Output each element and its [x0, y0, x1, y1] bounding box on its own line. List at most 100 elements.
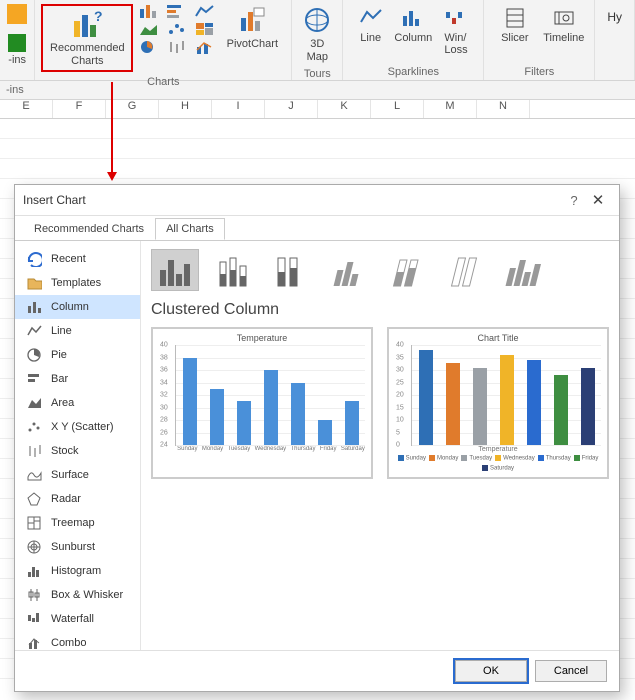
dialog-tabs: Recommended ChartsAll Charts: [15, 216, 619, 241]
addins-label: -ins: [8, 54, 26, 66]
category-column[interactable]: Column: [15, 295, 140, 319]
preview1-title: Temperature: [157, 333, 367, 343]
category-surface[interactable]: Surface: [15, 463, 140, 487]
stock-chart-icon[interactable]: [167, 40, 187, 54]
column-header[interactable]: J: [265, 100, 318, 118]
chart-type-name: Clustered Column: [151, 301, 609, 319]
sparkline-icon: [401, 4, 425, 32]
column-chart-icon[interactable]: [139, 4, 159, 18]
column-header[interactable]: F: [53, 100, 106, 118]
dialog-titlebar: Insert Chart ? ✕: [15, 185, 619, 216]
bar-chart-icon[interactable]: [167, 4, 187, 18]
category-line[interactable]: Line: [15, 319, 140, 343]
recommended-charts-button[interactable]: ? Recommended Charts: [45, 8, 129, 68]
help-button[interactable]: ?: [563, 193, 585, 208]
column-header[interactable]: L: [371, 100, 424, 118]
ribbon-filters-group: SlicerTimeline Filters: [484, 0, 595, 80]
category-icon: [25, 635, 43, 650]
store-icon[interactable]: [8, 34, 26, 52]
subtype-6[interactable]: [499, 249, 547, 291]
column-header[interactable]: K: [318, 100, 371, 118]
ribbon-sparklines-group: LineColumnWin/ Loss Sparklines: [343, 0, 484, 80]
ribbon-addins-group: -ins: [0, 0, 35, 80]
category-sunburst[interactable]: Sunburst: [15, 535, 140, 559]
subtype-row: [151, 249, 609, 291]
category-stock[interactable]: Stock: [15, 439, 140, 463]
hierarchy-chart-icon[interactable]: [195, 22, 215, 36]
sparkline-icon: [444, 4, 468, 32]
hyperlink-label[interactable]: Hy: [601, 4, 628, 30]
3d-map-label: 3D Map: [307, 38, 328, 64]
category-recent[interactable]: Recent: [15, 247, 140, 271]
3d-map-button[interactable]: 3D Map: [298, 4, 336, 64]
subtype-4[interactable]: [383, 249, 431, 291]
category-templates[interactable]: Templates: [15, 271, 140, 295]
category-icon: [25, 443, 43, 459]
tab-recommended-charts[interactable]: Recommended Charts: [23, 218, 155, 240]
category-box-whisker[interactable]: Box & Whisker: [15, 583, 140, 607]
column-header[interactable]: M: [424, 100, 477, 118]
cancel-button[interactable]: Cancel: [535, 660, 607, 682]
sparkline-line[interactable]: Line: [349, 4, 392, 44]
column-header[interactable]: E: [0, 100, 53, 118]
category-histogram[interactable]: Histogram: [15, 559, 140, 583]
category-waterfall[interactable]: Waterfall: [15, 607, 140, 631]
combo-chart-icon[interactable]: [195, 40, 215, 54]
column-header[interactable]: I: [212, 100, 265, 118]
category-icon: [25, 539, 43, 555]
scatter-chart-icon[interactable]: [167, 22, 187, 36]
pivotchart-icon: [236, 4, 268, 36]
category-icon: [25, 299, 43, 315]
area-chart-icon[interactable]: [139, 22, 159, 36]
category-icon: [25, 587, 43, 603]
chart-preview-2[interactable]: Chart Title 0510152025303540 Temperature…: [387, 327, 609, 479]
column-header[interactable]: H: [159, 100, 212, 118]
category-treemap[interactable]: Treemap: [15, 511, 140, 535]
category-icon: [25, 395, 43, 411]
column-header[interactable]: G: [106, 100, 159, 118]
category-bar[interactable]: Bar: [15, 367, 140, 391]
bing-icon[interactable]: [7, 4, 27, 24]
category-x-y-scatter-[interactable]: X Y (Scatter): [15, 415, 140, 439]
column-headers: EFGHIJKLMN: [0, 100, 635, 119]
sparkline-winloss[interactable]: Win/ Loss: [435, 4, 478, 56]
recommended-charts-label: Recommended Charts: [50, 42, 125, 68]
filters-group-label: Filters: [484, 66, 594, 80]
dialog-title: Insert Chart: [23, 193, 563, 207]
ribbon-charts-group: ? Recommended Charts: [35, 0, 292, 80]
pivotchart-label: PivotChart: [227, 38, 278, 51]
line-chart-icon[interactable]: [195, 4, 215, 18]
recommended-highlight: ? Recommended Charts: [41, 4, 133, 72]
category-icon: [25, 323, 43, 339]
subtype-0[interactable]: [151, 249, 199, 291]
ribbon: -ins ? Recommended Charts: [0, 0, 635, 81]
category-combo[interactable]: Combo: [15, 631, 140, 650]
timeline-icon: [552, 4, 576, 32]
tours-group-label: Tours: [292, 68, 342, 82]
sparkline-column[interactable]: Column: [392, 4, 435, 44]
pivotchart-button[interactable]: PivotChart: [219, 4, 285, 51]
subtype-5[interactable]: [441, 249, 489, 291]
category-area[interactable]: Area: [15, 391, 140, 415]
subtype-2[interactable]: [267, 249, 315, 291]
chart-type-grid: [139, 4, 215, 54]
slicer-button[interactable]: Slicer: [490, 4, 539, 44]
charts-group-label: Charts: [35, 76, 291, 90]
chart-preview-1[interactable]: Temperature 242628303234363840 SundayMon…: [151, 327, 373, 479]
category-icon: [25, 563, 43, 579]
close-button[interactable]: ✕: [585, 191, 611, 209]
column-header[interactable]: N: [477, 100, 530, 118]
pie-chart-icon[interactable]: [139, 40, 159, 54]
category-radar[interactable]: Radar: [15, 487, 140, 511]
subtype-3[interactable]: [325, 249, 373, 291]
preview2-title: Chart Title: [393, 333, 603, 343]
tab-all-charts[interactable]: All Charts: [155, 218, 225, 240]
timeline-button[interactable]: Timeline: [539, 4, 588, 44]
sparklines-group-label: Sparklines: [343, 66, 483, 80]
category-icon: [25, 467, 43, 483]
category-pie[interactable]: Pie: [15, 343, 140, 367]
ok-button[interactable]: OK: [455, 660, 527, 682]
ribbon-links-group: Hy: [595, 0, 635, 80]
subtype-1[interactable]: [209, 249, 257, 291]
globe-icon: [301, 4, 333, 36]
